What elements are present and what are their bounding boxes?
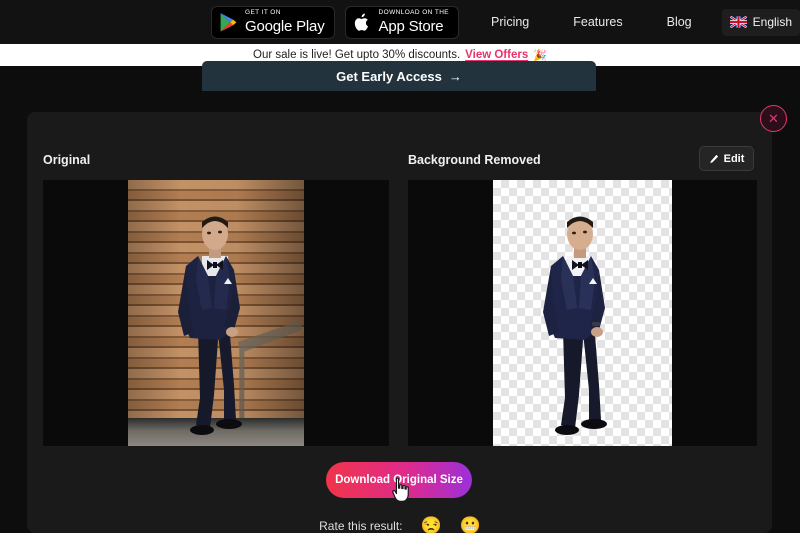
app-store-badge-text: Download on the App Store (379, 10, 450, 34)
top-navbar: GET IT ON Google Play Download on the Ap… (0, 0, 800, 44)
google-play-badge-text: GET IT ON Google Play (245, 10, 325, 34)
app-store-badge-big: App Store (378, 17, 444, 35)
google-play-badge-big: Google Play (244, 17, 325, 35)
app-store-badge-small: Download on the (378, 9, 450, 17)
rate-result-row: Rate this result: 😒 😬 (0, 517, 800, 533)
view-offers-link[interactable]: View Offers (465, 49, 528, 61)
edit-button[interactable]: Edit (699, 146, 754, 171)
pencil-icon (709, 154, 718, 163)
arrow-right-icon: → (448, 68, 462, 84)
app-store-badge[interactable]: Download on the App Store (344, 5, 460, 39)
close-icon: ✕ (768, 111, 779, 126)
google-play-badge[interactable]: GET IT ON Google Play (210, 5, 335, 39)
background-removed-photo (493, 180, 672, 446)
google-play-badge-small: GET IT ON (244, 9, 281, 17)
rate-emoji-negative[interactable]: 😒 (421, 517, 442, 533)
get-early-access-button[interactable]: Get Early Access → (202, 61, 596, 91)
original-panel-header: Original (43, 147, 90, 173)
original-photo (128, 180, 304, 446)
man-in-suit-cutout (543, 216, 607, 435)
background-removed-panel-title: Background Removed (408, 153, 541, 167)
page-root: GET IT ON Google Play Download on the Ap… (0, 0, 800, 533)
edit-button-label: Edit (723, 152, 745, 165)
original-panel-title: Original (43, 153, 91, 167)
download-original-size-button[interactable]: Download Original Size (326, 462, 472, 498)
nav-link-pricing[interactable]: Pricing (469, 0, 551, 44)
man-in-suit-original (178, 216, 242, 435)
apple-icon (354, 13, 368, 31)
party-popper-icon: 🎉 (533, 49, 547, 62)
download-button-label: Download Original Size (335, 474, 463, 486)
nav-link-blog[interactable]: Blog (645, 0, 714, 44)
nav-link-features[interactable]: Features (551, 0, 644, 44)
rate-result-label: Rate this result: (319, 518, 403, 533)
original-image-frame (43, 180, 389, 446)
sale-banner-text: Our sale is live! Get upto 30% discounts… (253, 49, 461, 61)
google-play-icon (220, 12, 237, 32)
background-removed-panel-header: Background Removed (408, 147, 541, 173)
rate-emoji-neutral[interactable]: 😬 (460, 517, 481, 533)
language-label: English (752, 15, 792, 29)
navbar-items: GET IT ON Google Play Download on the Ap… (210, 0, 800, 44)
close-modal-button[interactable]: ✕ (760, 105, 787, 132)
uk-flag-icon (729, 16, 747, 28)
background-removed-image-frame (408, 180, 757, 446)
language-selector[interactable]: English (721, 8, 800, 36)
get-early-access-label: Get Early Access (336, 68, 442, 84)
